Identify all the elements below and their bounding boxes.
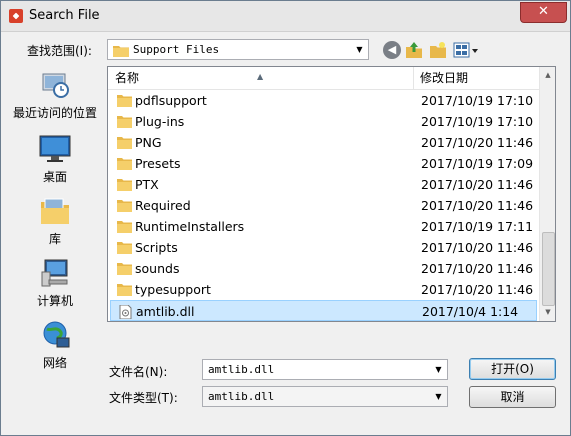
file-date: 2017/10/20 11:46 [421, 135, 534, 150]
file-name: Required [135, 198, 191, 213]
folder-icon [117, 179, 132, 191]
folder-icon [117, 221, 132, 233]
filename-label: 文件名(N): [109, 365, 168, 379]
desktop-icon [39, 134, 71, 164]
file-date: 2017/10/20 11:46 [421, 282, 534, 297]
table-row[interactable]: typesupport 2017/10/20 11:46 [110, 279, 537, 300]
filetype-select[interactable]: amtlib.dll ▼ [202, 386, 448, 407]
file-name: RuntimeInstallers [135, 219, 245, 234]
table-row[interactable]: amtlib.dll 2017/10/4 1:14 [110, 300, 537, 321]
table-row[interactable]: Scripts 2017/10/20 11:46 [110, 237, 537, 258]
folder-icon [117, 263, 132, 275]
folder-icon [117, 137, 132, 149]
file-name: PTX [135, 177, 159, 192]
file-name: Presets [135, 156, 181, 171]
title-bar: Search File ✕ [1, 1, 570, 32]
cancel-button[interactable]: 取消 [469, 386, 556, 408]
dll-file-icon [119, 305, 132, 319]
table-row[interactable]: pdflsupport 2017/10/19 17:10 [110, 90, 537, 111]
column-header-name[interactable]: 名称 ▲ [108, 67, 414, 89]
place-label: 最近访问的位置 [12, 106, 97, 120]
file-name: PNG [135, 135, 162, 150]
folder-icon [117, 284, 132, 296]
file-date: 2017/10/19 17:10 [421, 93, 534, 108]
file-list[interactable]: 名称 ▲ 修改日期 pdflsupport 2017/10/19 17:10 Plu… [107, 66, 556, 322]
scroll-up-icon[interactable]: ▲ [540, 67, 555, 84]
place-computer[interactable]: 计算机 [9, 258, 101, 309]
places-bar: 最近访问的位置 桌面 库 计算机 网络 [9, 66, 101, 411]
back-button[interactable]: ◀ [383, 41, 401, 59]
window-title: Search File [29, 8, 100, 23]
table-row[interactable]: Plug-ins 2017/10/19 17:10 [110, 111, 537, 132]
file-name: sounds [135, 261, 180, 276]
look-in-value: Support Files [133, 43, 220, 56]
file-date: 2017/10/19 17:10 [421, 114, 534, 129]
table-row[interactable]: Presets 2017/10/19 17:09 [110, 153, 537, 174]
file-date: 2017/10/4 1:14 [422, 304, 519, 319]
up-folder-icon[interactable] [405, 41, 423, 59]
table-row[interactable]: RuntimeInstallers 2017/10/19 17:11 [110, 216, 537, 237]
sort-ascending-icon: ▲ [257, 72, 264, 81]
folder-icon [117, 242, 132, 254]
table-row[interactable]: sounds 2017/10/20 11:46 [110, 258, 537, 279]
folder-icon [117, 200, 132, 212]
scrollbar-thumb[interactable] [542, 232, 555, 306]
table-row[interactable]: Required 2017/10/20 11:46 [110, 195, 537, 216]
place-label: 计算机 [36, 294, 73, 308]
filename-input[interactable]: amtlib.dll ▼ [202, 359, 448, 380]
close-button[interactable]: ✕ [520, 2, 567, 23]
file-name: Plug-ins [135, 114, 185, 129]
file-date: 2017/10/19 17:09 [421, 156, 534, 171]
list-header: 名称 ▲ 修改日期 [108, 67, 539, 90]
place-label: 网络 [42, 356, 67, 370]
recent-places-icon [39, 70, 71, 100]
folder-icon [117, 158, 132, 170]
filetype-value: amtlib.dll [208, 390, 275, 403]
open-button[interactable]: 打开(O) [469, 358, 556, 380]
place-label: 库 [48, 232, 61, 246]
chevron-down-icon[interactable]: ▼ [430, 387, 447, 406]
folder-icon [117, 116, 132, 128]
computer-icon [39, 258, 71, 288]
file-name: amtlib.dll [136, 304, 195, 319]
file-date: 2017/10/20 11:46 [421, 261, 534, 276]
scroll-down-icon[interactable]: ▼ [540, 304, 555, 321]
place-network[interactable]: 网络 [9, 320, 101, 371]
place-label: 桌面 [42, 170, 67, 184]
column-header-date[interactable]: 修改日期 [414, 67, 539, 89]
file-date: 2017/10/20 11:46 [421, 198, 534, 213]
network-icon [39, 320, 71, 350]
file-date: 2017/10/20 11:46 [421, 177, 534, 192]
app-icon [9, 9, 23, 23]
look-in-combo[interactable]: Support Files ▼ [107, 39, 369, 60]
libraries-icon [39, 196, 71, 226]
table-row[interactable]: PNG 2017/10/20 11:46 [110, 132, 537, 153]
search-file-dialog: Search File ✕ 查找范围(I): Support Files ▼ ◀ [0, 0, 571, 436]
chevron-down-icon[interactable]: ▼ [351, 40, 368, 59]
place-libraries[interactable]: 库 [9, 196, 101, 247]
place-desktop[interactable]: 桌面 [9, 134, 101, 185]
filetype-label: 文件类型(T): [109, 391, 178, 405]
view-menu-icon[interactable] [453, 41, 480, 59]
filename-value: amtlib.dll [208, 363, 275, 376]
chevron-down-icon[interactable]: ▼ [430, 360, 447, 379]
folder-icon [117, 95, 132, 107]
look-in-label: 查找范围(I): [27, 44, 92, 58]
file-date: 2017/10/19 17:11 [421, 219, 534, 234]
folder-icon [113, 46, 129, 57]
file-name: typesupport [135, 282, 211, 297]
vertical-scrollbar[interactable]: ▲ ▼ [539, 67, 555, 321]
place-recent[interactable]: 最近访问的位置 [9, 70, 101, 121]
file-date: 2017/10/20 11:46 [421, 240, 534, 255]
table-row[interactable]: PTX 2017/10/20 11:46 [110, 174, 537, 195]
new-folder-icon[interactable] [429, 41, 447, 59]
column-label-name: 名称 [115, 71, 140, 85]
file-name: pdflsupport [135, 93, 207, 108]
file-name: Scripts [135, 240, 178, 255]
column-label-date: 修改日期 [420, 71, 469, 85]
